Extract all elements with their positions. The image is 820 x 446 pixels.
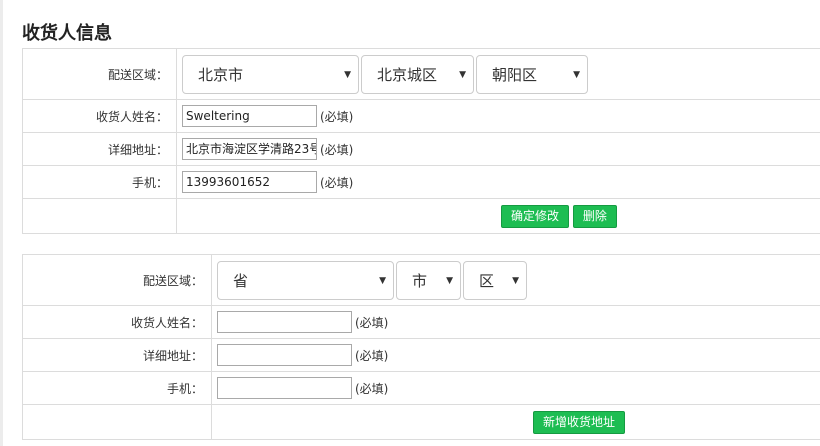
actions-row: 确定修改 删除	[22, 198, 820, 234]
empty-cell	[22, 404, 212, 440]
chevron-down-icon: ▼	[446, 275, 453, 286]
confirm-edit-button[interactable]: 确定修改	[501, 204, 570, 228]
required-note: (必填)	[320, 175, 354, 190]
phone-row: 手机： (必填)	[22, 371, 820, 405]
city-select[interactable]: 市 ▼	[396, 260, 461, 300]
add-address-button[interactable]: 新增收货地址	[533, 410, 626, 434]
address-input[interactable]	[217, 344, 352, 366]
phone-row: 手机： 13993601652 (必填)	[22, 165, 820, 199]
address-row: 详细地址： (必填)	[22, 338, 820, 372]
name-row: 收货人姓名： (必填)	[22, 305, 820, 339]
required-note: (必填)	[320, 142, 354, 157]
province-select-value: 省	[233, 271, 249, 290]
chevron-down-icon: ▼	[573, 69, 580, 80]
region-row: 配送区域： 省 ▼ 市 ▼ 区 ▼	[22, 254, 820, 306]
region-label: 配送区域：	[22, 48, 177, 100]
name-row: 收货人姓名： Sweltering (必填)	[22, 99, 820, 133]
name-label: 收货人姓名：	[22, 305, 212, 339]
phone-input[interactable]	[217, 377, 352, 399]
district-select[interactable]: 朝阳区 ▼	[476, 54, 588, 94]
delete-button[interactable]: 删除	[572, 204, 617, 228]
chevron-down-icon: ▼	[459, 69, 466, 80]
province-select-value: 北京市	[198, 65, 244, 84]
province-select[interactable]: 北京市 ▼	[182, 54, 359, 94]
existing-address-form: 配送区域： 北京市 ▼ 北京城区 ▼ 朝阳区 ▼ 收货人姓名： Swelteri…	[22, 48, 820, 234]
required-note: (必填)	[355, 348, 389, 363]
city-select-value: 北京城区	[377, 65, 438, 84]
district-select[interactable]: 区 ▼	[463, 260, 527, 300]
name-input[interactable]: Sweltering	[182, 105, 317, 127]
name-input[interactable]	[217, 311, 352, 333]
new-address-form: 配送区域： 省 ▼ 市 ▼ 区 ▼ 收货人姓名： (必填) 详细地址： (必填)…	[22, 254, 820, 440]
phone-label: 手机：	[22, 165, 177, 199]
chevron-down-icon: ▼	[344, 69, 351, 80]
page-title: 收货人信息	[22, 23, 112, 44]
empty-cell	[22, 198, 177, 234]
district-select-value: 朝阳区	[492, 65, 538, 84]
district-select-value: 区	[479, 271, 495, 290]
chevron-down-icon: ▼	[512, 275, 519, 286]
address-label: 详细地址：	[22, 132, 177, 166]
name-label: 收货人姓名：	[22, 99, 177, 133]
left-edge-bar	[0, 0, 3, 446]
address-row: 详细地址： 北京市海淀区学清路23号(必填)	[22, 132, 820, 166]
chevron-down-icon: ▼	[379, 275, 386, 286]
phone-label: 手机：	[22, 371, 212, 405]
address-label: 详细地址：	[22, 338, 212, 372]
actions-row: 新增收货地址	[22, 404, 820, 440]
city-select-value: 市	[412, 271, 428, 290]
region-row: 配送区域： 北京市 ▼ 北京城区 ▼ 朝阳区 ▼	[22, 48, 820, 100]
region-label: 配送区域：	[22, 254, 212, 306]
required-note: (必填)	[355, 381, 389, 396]
phone-input[interactable]: 13993601652	[182, 171, 317, 193]
address-input[interactable]: 北京市海淀区学清路23号	[182, 138, 317, 160]
province-select[interactable]: 省 ▼	[217, 260, 394, 300]
required-note: (必填)	[320, 109, 354, 124]
required-note: (必填)	[355, 315, 389, 330]
city-select[interactable]: 北京城区 ▼	[361, 54, 474, 94]
